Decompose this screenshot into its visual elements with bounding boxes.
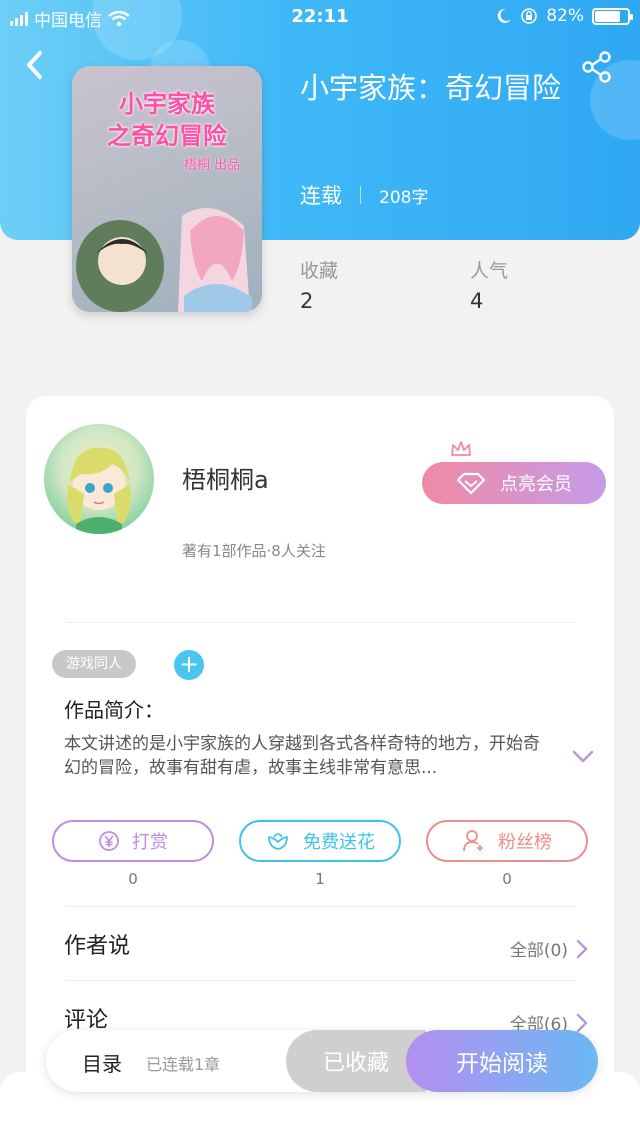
start-reading-button[interactable]: 开始阅读 — [406, 1030, 598, 1092]
avatar-illustration — [67, 447, 131, 534]
word-count: 208字 — [379, 187, 429, 208]
cover-title: 小宇家族 之奇幻冒险 — [82, 88, 252, 152]
status-bar: 中国电信 22:11 82% — [0, 0, 640, 34]
author-says-more[interactable]: 全部(0) — [510, 936, 588, 961]
author-says-title[interactable]: 作者说 — [64, 928, 130, 960]
chevron-left-icon — [27, 51, 42, 79]
author-says-count: 全部(0) — [509, 941, 568, 961]
intro-text: 本文讲述的是小宇家族的人穿越到各式各样奇特的地方，开始奇幻的冒险，故事有甜有虐，… — [64, 734, 540, 778]
fan-count: 0 — [502, 870, 512, 888]
battery-icon — [592, 7, 633, 25]
meta-divider — [360, 186, 361, 204]
fan-user-icon — [463, 830, 483, 852]
crown-icon — [451, 441, 471, 456]
moon-icon — [497, 8, 512, 23]
stat-value: 4 — [470, 289, 484, 313]
book-status: 连载 — [300, 184, 342, 208]
author-info: 著有1部作品·8人关注 — [182, 542, 326, 560]
add-tag-button[interactable]: + — [174, 650, 204, 680]
intro-title: 作品简介： — [64, 698, 164, 722]
fan-rank-label: 粉丝榜 — [498, 832, 552, 853]
yen-icon — [99, 831, 119, 851]
stat-favorites: 收藏 2 — [300, 256, 338, 313]
flower-icon — [268, 833, 288, 850]
orientation-lock-icon — [521, 8, 538, 24]
author-name[interactable]: 梧桐桐a — [182, 460, 269, 495]
back-button[interactable] — [20, 48, 50, 82]
cover-title-line: 之奇幻冒险 — [107, 121, 227, 150]
tip-label: 打赏 — [132, 832, 168, 853]
tag-chip[interactable]: 游戏同人 — [52, 650, 136, 678]
book-meta: 连载 208字 — [300, 180, 428, 210]
diamond-icon — [456, 472, 486, 495]
stat-label: 人气 — [470, 260, 509, 282]
divider — [66, 622, 576, 623]
stat-value: 2 — [300, 289, 314, 313]
chevron-right-icon — [576, 1013, 588, 1032]
flower-count: 1 — [315, 870, 325, 888]
cover-title-line: 小宇家族 — [119, 89, 215, 118]
fan-rank-button[interactable]: 粉丝榜 — [426, 820, 588, 862]
chevron-right-icon — [576, 939, 588, 958]
stat-label: 收藏 — [300, 260, 339, 282]
send-flower-button[interactable]: 免费送花 — [239, 820, 401, 862]
toc-chapter-count: 已连载1章 — [146, 1055, 221, 1074]
status-right: 82% — [496, 6, 633, 26]
avatar[interactable] — [44, 424, 154, 534]
toc-button[interactable]: 目录 — [82, 1048, 122, 1077]
book-cover[interactable]: 小宇家族 之奇幻冒险 梧桐 出品 — [72, 66, 262, 312]
divider — [66, 980, 576, 981]
book-title: 小宇家族：奇幻冒险 — [300, 71, 562, 105]
vip-button[interactable]: 点亮会员 — [422, 462, 606, 504]
stat-popularity: 人气 4 — [470, 256, 508, 313]
chevron-down-icon[interactable] — [572, 750, 594, 764]
send-flower-label: 免费送花 — [303, 832, 375, 853]
bottom-action-bar: 目录 已连载1章 已收藏 开始阅读 — [46, 1030, 598, 1092]
book-detail-card: 梧桐桐a 点亮会员 著有1部作品·8人关注 游戏同人 + 作品简介： 本文讲述的… — [26, 396, 614, 1096]
tip-button[interactable]: 打赏 — [52, 820, 214, 862]
cover-subtitle: 梧桐 出品 — [184, 158, 241, 173]
vip-label: 点亮会员 — [500, 474, 572, 495]
tip-count: 0 — [128, 870, 138, 888]
favorite-button[interactable]: 已收藏 — [286, 1030, 426, 1092]
battery-percent: 82% — [546, 6, 584, 26]
divider — [66, 906, 576, 907]
